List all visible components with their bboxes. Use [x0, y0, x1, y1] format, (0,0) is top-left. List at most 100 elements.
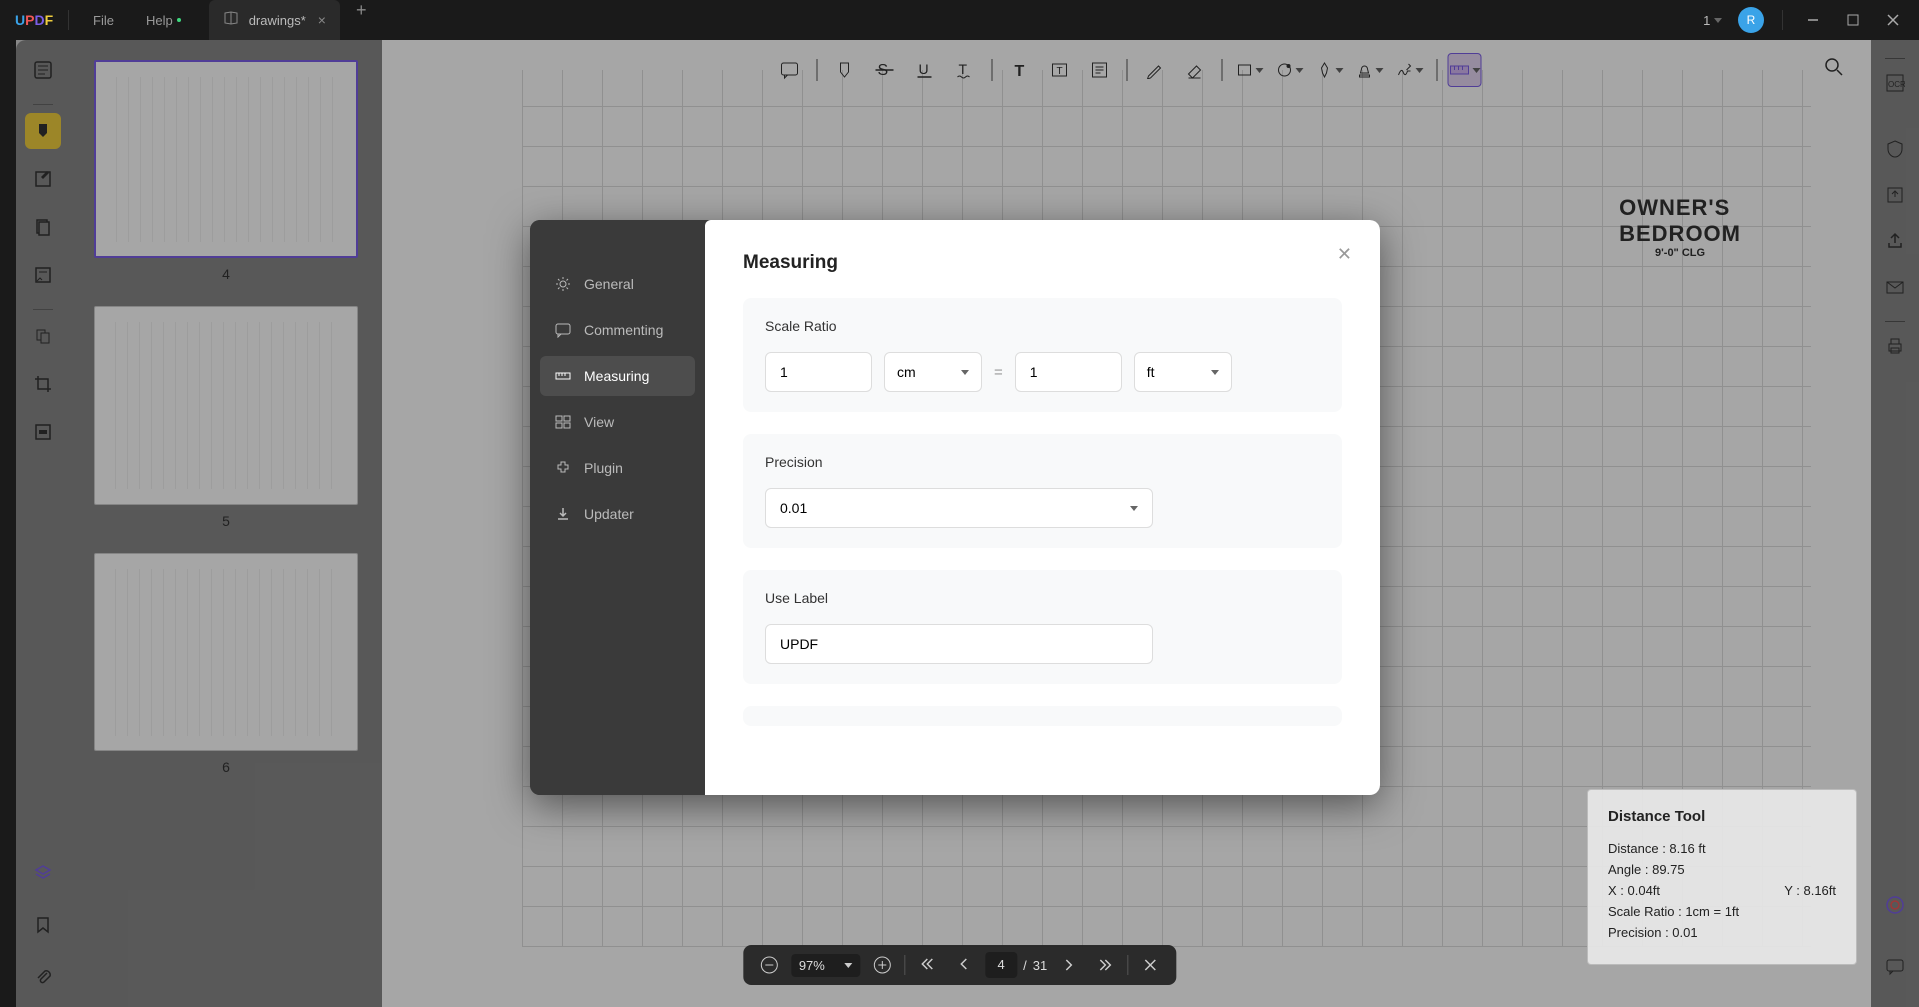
prev-page-button[interactable] — [949, 951, 977, 979]
search-icon[interactable] — [1817, 50, 1851, 84]
tab-active[interactable]: drawings* × — [209, 0, 340, 40]
tb-signature-icon[interactable] — [1392, 53, 1426, 87]
tb-note-icon[interactable] — [1082, 53, 1116, 87]
sidebar-attachment-icon[interactable] — [25, 959, 61, 995]
menu-help[interactable]: Help — [130, 13, 189, 28]
tab-add-button[interactable]: + — [342, 0, 381, 40]
tb-measure-icon[interactable] — [1447, 53, 1481, 87]
thumbnail[interactable]: 4 — [94, 60, 358, 282]
distance-tool-panel: Distance Tool Distance : 8.16 ft Angle :… — [1587, 789, 1857, 965]
window-count[interactable]: 1 — [1703, 13, 1722, 28]
use-label-section: Use Label — [743, 570, 1342, 684]
next-page-button[interactable] — [1055, 951, 1083, 979]
total-pages: 31 — [1033, 958, 1047, 973]
settings-tab-general[interactable]: General — [540, 264, 695, 304]
scale-value-1-input[interactable] — [765, 352, 872, 392]
app-logo: UPDF — [0, 12, 60, 28]
sidebar-reader-icon[interactable] — [25, 52, 61, 88]
tb-circle-icon[interactable] — [1272, 53, 1306, 87]
menu-file[interactable]: File — [77, 13, 130, 28]
rs-ai-icon[interactable] — [1877, 887, 1913, 923]
svg-text:S: S — [877, 62, 888, 79]
settings-tab-measuring[interactable]: Measuring — [540, 356, 695, 396]
title-bar: UPDF File Help drawings* × + 1 R — [0, 0, 1919, 40]
rs-chat-icon[interactable] — [1877, 949, 1913, 985]
last-page-button[interactable] — [1091, 951, 1119, 979]
rs-share-icon[interactable] — [1877, 223, 1913, 259]
precision-value: Precision : 0.01 — [1608, 925, 1836, 940]
distance-value: Distance : 8.16 ft — [1608, 841, 1836, 856]
svg-text:T: T — [958, 61, 967, 77]
dialog-content: ✕ Measuring Scale Ratio cm = ft Precisio… — [705, 220, 1380, 795]
rs-protect-icon[interactable] — [1877, 131, 1913, 167]
drawing-room-label: OWNER'S BEDROOM 9'-0" CLG — [1619, 195, 1741, 259]
precision-select[interactable]: 0.01 — [765, 488, 1153, 528]
thumbnail-panel: 4 5 6 — [70, 40, 382, 1007]
avatar[interactable]: R — [1738, 7, 1764, 33]
sidebar-bookmark-icon[interactable] — [25, 907, 61, 943]
precision-section: Precision 0.01 — [743, 434, 1342, 548]
rs-print-icon[interactable] — [1877, 328, 1913, 364]
settings-tab-commenting[interactable]: Commenting — [540, 310, 695, 350]
label-input[interactable] — [765, 624, 1153, 664]
close-button[interactable] — [1875, 5, 1911, 35]
sidebar-edit-icon[interactable] — [25, 161, 61, 197]
settings-tab-updater[interactable]: Updater — [540, 494, 695, 534]
rs-ocr-icon[interactable]: OCR — [1877, 65, 1913, 101]
angle-value: Angle : 89.75 — [1608, 862, 1836, 877]
maximize-button[interactable] — [1835, 5, 1871, 35]
thumbnail[interactable]: 6 — [94, 553, 358, 775]
settings-tab-plugin[interactable]: Plugin — [540, 448, 695, 488]
svg-text:T: T — [1014, 63, 1024, 79]
left-sidebar — [16, 40, 70, 1007]
sidebar-layers-icon[interactable] — [25, 855, 61, 891]
tb-text-icon[interactable]: T — [1002, 53, 1036, 87]
comment-icon — [554, 322, 572, 338]
sidebar-form-icon[interactable] — [25, 257, 61, 293]
tb-strikethrough-icon[interactable]: S — [867, 53, 901, 87]
minimize-button[interactable] — [1795, 5, 1831, 35]
zoom-out-button[interactable] — [755, 951, 783, 979]
gear-icon — [554, 276, 572, 292]
scale-ratio-value: Scale Ratio : 1cm = 1ft — [1608, 904, 1836, 919]
tb-comment-icon[interactable] — [772, 53, 806, 87]
tab-label: drawings* — [249, 13, 306, 28]
svg-text:OCR: OCR — [1888, 80, 1905, 89]
tb-squiggly-icon[interactable]: T — [947, 53, 981, 87]
ruler-icon — [554, 368, 572, 384]
tab-close-icon[interactable]: × — [318, 12, 326, 28]
annotation-toolbar: S U T T T — [772, 50, 1481, 90]
settings-dialog: General Commenting Measuring View Plugin… — [530, 220, 1380, 795]
thumbnail[interactable]: 5 — [94, 306, 358, 528]
right-sidebar: OCR — [1871, 40, 1919, 1007]
rs-email-icon[interactable] — [1877, 269, 1913, 305]
tab-strip: drawings* × + — [209, 0, 1703, 40]
sidebar-highlight-icon[interactable] — [25, 113, 61, 149]
scale-unit-2-select[interactable]: ft — [1134, 352, 1232, 392]
dialog-close-button[interactable]: ✕ — [1337, 244, 1352, 265]
tb-rect-icon[interactable] — [1232, 53, 1266, 87]
tb-underline-icon[interactable]: U — [907, 53, 941, 87]
tab-doc-icon — [223, 10, 239, 31]
sidebar-pages-icon[interactable] — [25, 209, 61, 245]
scale-ratio-section: Scale Ratio cm = ft — [743, 298, 1342, 412]
first-page-button[interactable] — [913, 951, 941, 979]
current-page-input[interactable]: 4 — [985, 952, 1017, 978]
sidebar-crop-icon[interactable] — [25, 366, 61, 402]
settings-tab-view[interactable]: View — [540, 402, 695, 442]
tb-textbox-icon[interactable]: T — [1042, 53, 1076, 87]
close-nav-button[interactable] — [1136, 951, 1164, 979]
tb-pin-icon[interactable] — [1312, 53, 1346, 87]
dialog-title: Measuring — [743, 252, 1342, 274]
zoom-select[interactable]: 97% — [791, 954, 860, 977]
tb-pencil-icon[interactable] — [1137, 53, 1171, 87]
tb-highlight-icon[interactable] — [827, 53, 861, 87]
tb-eraser-icon[interactable] — [1177, 53, 1211, 87]
rs-export-icon[interactable] — [1877, 177, 1913, 213]
sidebar-organize-icon[interactable] — [25, 318, 61, 354]
scale-unit-1-select[interactable]: cm — [884, 352, 982, 392]
scale-value-2-input[interactable] — [1015, 352, 1122, 392]
tb-stamp-icon[interactable] — [1352, 53, 1386, 87]
sidebar-redact-icon[interactable] — [25, 414, 61, 450]
zoom-in-button[interactable] — [868, 951, 896, 979]
